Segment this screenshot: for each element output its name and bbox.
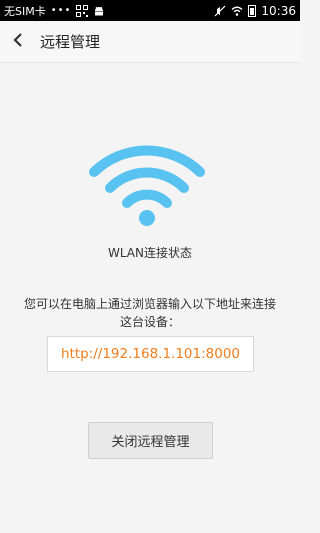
instruction-text: 您可以在电脑上通过浏览器输入以下地址来连接这台设备： <box>23 297 276 329</box>
battery-icon <box>248 4 257 17</box>
wifi-icon <box>88 142 206 228</box>
carrier-text: 无SIM卡 <box>4 4 46 18</box>
qr-code-icon <box>76 4 89 17</box>
android-icon <box>93 5 105 17</box>
remote-url-field[interactable]: http://192.168.1.101:8000 <box>47 336 254 372</box>
page-title: 远程管理 <box>40 33 101 51</box>
remote-url-text: http://192.168.1.101:8000 <box>60 346 241 362</box>
title-bar: 远程管理 <box>0 21 300 63</box>
wlan-status-label: WLAN连接状态 <box>107 246 192 260</box>
close-remote-management-button[interactable]: 关闭远程管理 <box>88 422 213 459</box>
notification-dots: ••• <box>50 5 72 16</box>
back-button[interactable] <box>0 21 36 63</box>
clock: 10:36 <box>261 3 296 18</box>
status-bar: 无SIM卡 ••• 10:36 <box>0 0 300 21</box>
mute-icon <box>214 5 226 17</box>
chevron-left-icon <box>12 32 24 51</box>
close-button-label: 关闭远程管理 <box>111 435 190 450</box>
wifi-signal-icon <box>231 5 243 17</box>
